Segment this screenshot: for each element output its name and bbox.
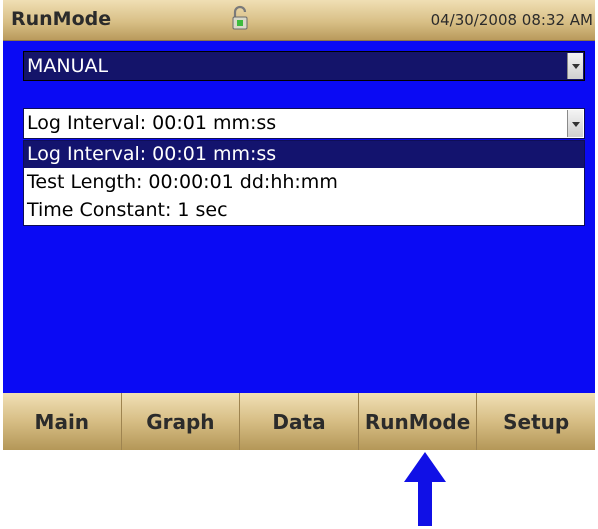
dropdown-option-test-length[interactable]: Test Length: 00:00:01 dd:hh:mm — [24, 169, 584, 196]
tab-setup[interactable]: Setup — [477, 393, 595, 450]
device-display: RunMode 04/30/2008 08:32 AM MANUAL Log I… — [3, 0, 595, 450]
run-mode-value: MANUAL — [27, 55, 109, 77]
title-bar: RunMode 04/30/2008 08:32 AM — [3, 0, 595, 41]
tab-graph[interactable]: Graph — [122, 393, 241, 450]
tab-main[interactable]: Main — [3, 393, 122, 450]
tab-runmode[interactable]: RunMode — [359, 393, 478, 450]
bottom-navigation: Main Graph Data RunMode Setup — [3, 393, 595, 450]
run-mode-select[interactable]: MANUAL — [23, 51, 585, 81]
chevron-down-icon[interactable] — [567, 110, 583, 137]
dropdown-option-log-interval[interactable]: Log Interval: 00:01 mm:ss — [24, 141, 584, 168]
date-time-display: 04/30/2008 08:32 AM — [430, 11, 593, 29]
chevron-down-icon[interactable] — [567, 53, 583, 79]
dropdown-option-time-constant[interactable]: Time Constant: 1 sec — [24, 197, 584, 224]
tab-data[interactable]: Data — [240, 393, 359, 450]
parameter-select[interactable]: Log Interval: 00:01 mm:ss — [23, 108, 585, 139]
parameter-select-value: Log Interval: 00:01 mm:ss — [27, 112, 277, 134]
unlocked-padlock-icon[interactable] — [229, 5, 251, 31]
up-arrow-icon — [404, 452, 446, 526]
parameter-dropdown-list: Log Interval: 00:01 mm:ss Test Length: 0… — [23, 140, 585, 226]
page-title: RunMode — [11, 8, 112, 30]
